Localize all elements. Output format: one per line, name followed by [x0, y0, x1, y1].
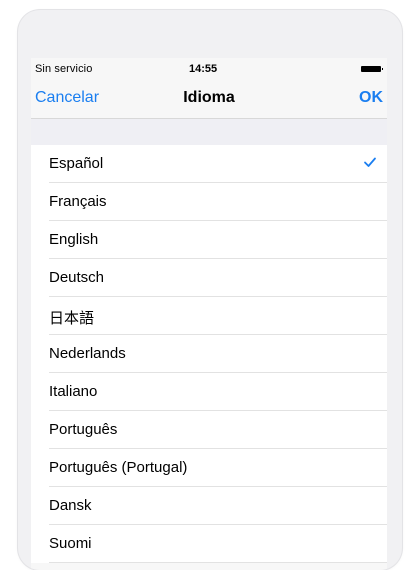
language-label: Italiano	[49, 383, 98, 400]
language-item-dansk[interactable]: Dansk	[31, 487, 387, 525]
status-bar: Sin servicio 14:55	[31, 58, 387, 80]
language-item-portugues-portugal[interactable]: Português (Portugal)	[31, 449, 387, 487]
carrier-label: Sin servicio	[35, 63, 93, 75]
language-label: Suomi	[49, 535, 92, 552]
status-time: 14:55	[189, 63, 218, 75]
language-item-espanol[interactable]: Español	[31, 145, 387, 183]
checkmark-icon	[364, 157, 376, 167]
divider	[49, 562, 387, 563]
language-label: Deutsch	[49, 269, 105, 286]
language-label: English	[49, 231, 99, 248]
language-label: Português	[49, 421, 118, 438]
language-item-deutsch[interactable]: Deutsch	[31, 259, 387, 297]
language-item-francais[interactable]: Français	[31, 183, 387, 221]
language-label: 日本語	[49, 310, 95, 327]
language-item-japanese[interactable]: 日本語	[31, 297, 387, 335]
language-label: Português (Portugal)	[49, 459, 188, 476]
section-spacer	[31, 119, 387, 146]
language-label: Dansk	[49, 497, 92, 514]
language-label: Français	[49, 193, 107, 210]
battery-full-icon	[361, 66, 383, 72]
language-label: Nederlands	[49, 345, 126, 362]
language-label: Español	[49, 155, 104, 172]
page-title: Idioma	[183, 89, 235, 106]
language-item-suomi[interactable]: Suomi	[31, 525, 387, 563]
phone-frame: Sin servicio 14:55 Cancelar Idioma OK Es…	[18, 10, 402, 570]
language-item-italiano[interactable]: Italiano	[31, 373, 387, 411]
language-item-nederlands[interactable]: Nederlands	[31, 335, 387, 373]
navigation-bar: Cancelar Idioma OK	[31, 80, 387, 119]
ok-button[interactable]: OK	[359, 89, 383, 107]
language-item-portugues[interactable]: Português	[31, 411, 387, 449]
language-item-english[interactable]: English	[31, 221, 387, 259]
language-list: Español Français English Deutsch 日本語 Ned…	[31, 145, 387, 563]
screen: Sin servicio 14:55 Cancelar Idioma OK Es…	[31, 58, 387, 570]
